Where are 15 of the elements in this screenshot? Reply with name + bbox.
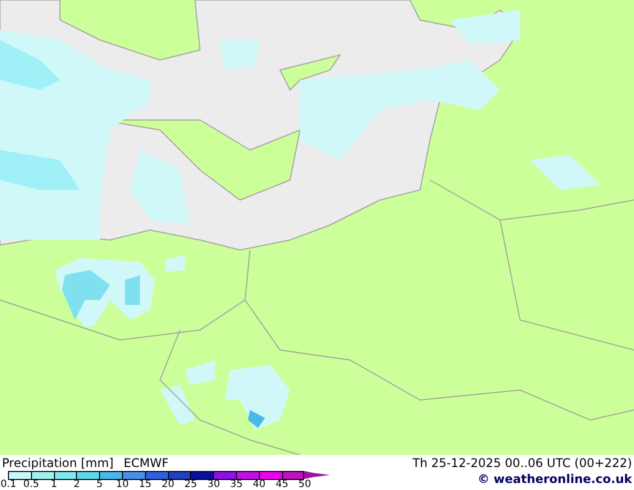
legend-label: 15	[138, 480, 153, 490]
legend-label: 1	[50, 480, 58, 490]
model-name: ECMWF	[124, 456, 169, 470]
legend-label: 0.1	[0, 480, 18, 490]
copyright-link[interactable]: © weatheronline.co.uk	[477, 472, 632, 486]
legend-label: 45	[274, 480, 290, 490]
legend-label: 50	[297, 480, 312, 490]
legend-label: 5	[95, 480, 104, 490]
legend-title: Precipitation [mm]	[2, 456, 114, 470]
valid-time: Th 25-12-2025 00..06 UTC (00+222)	[412, 456, 632, 470]
legend-label: 10	[115, 480, 130, 490]
legend-label: 35	[229, 480, 244, 490]
legend-label: 25	[183, 480, 198, 490]
legend-label: 40	[252, 480, 267, 490]
legend-label: 0.5	[22, 480, 40, 490]
